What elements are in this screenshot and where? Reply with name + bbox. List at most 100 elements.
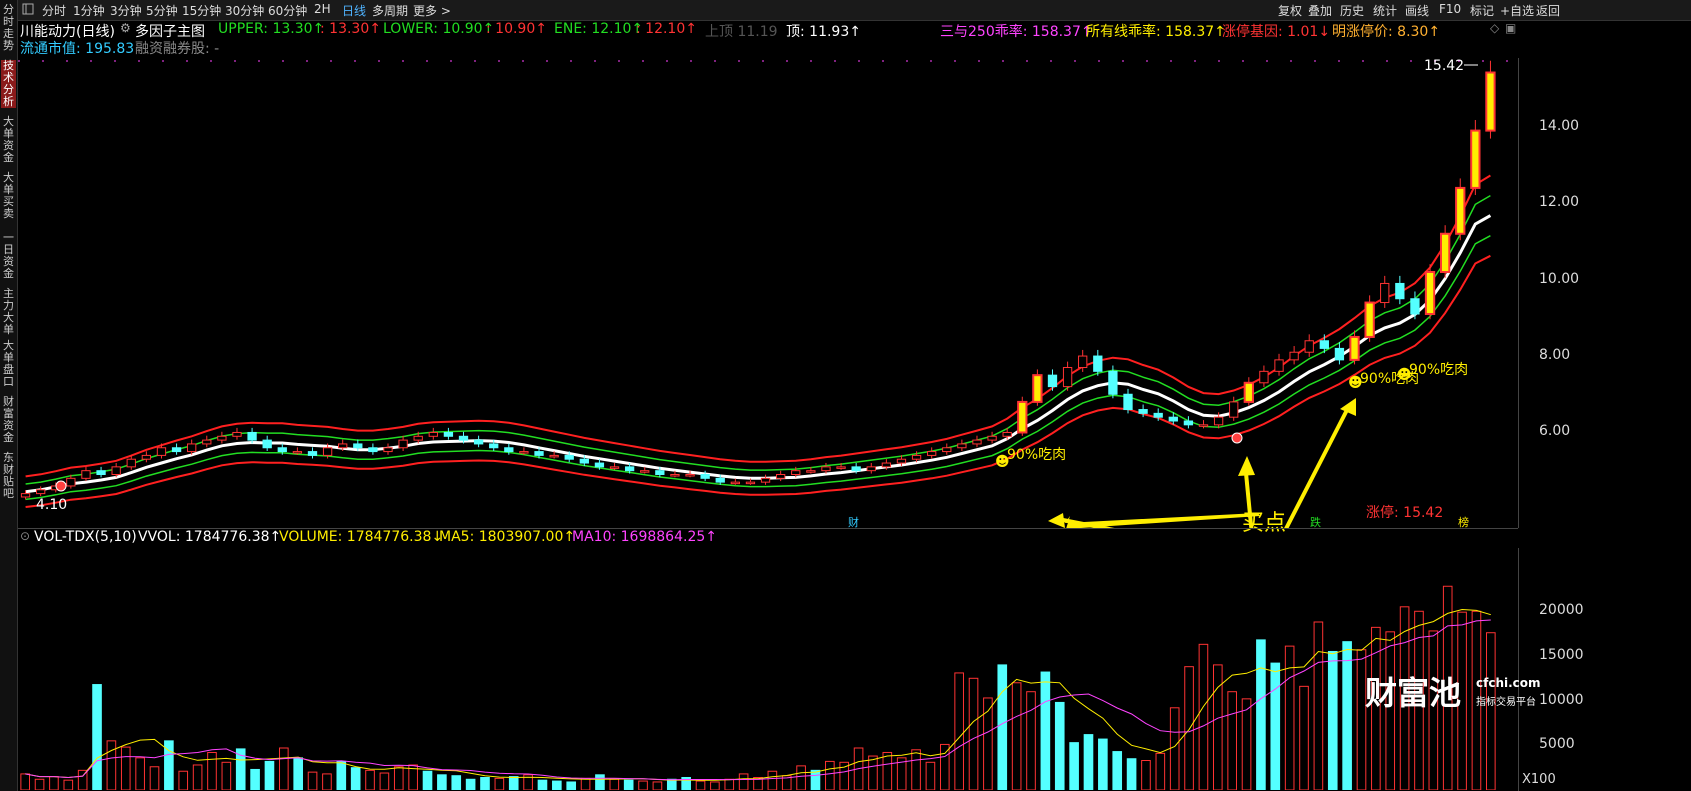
toolbar-button-3[interactable]: 统计	[1373, 2, 1397, 19]
period-tab-9[interactable]: 多周期	[372, 2, 408, 19]
upper-band-line	[25, 174, 1491, 478]
settings-gear-icon[interactable]: ⚙	[120, 21, 131, 35]
volume-bar	[1227, 691, 1237, 790]
faded-label: 上顶 11.19	[705, 24, 778, 40]
candle-body	[338, 443, 348, 449]
period-tab-5[interactable]: 30分钟	[225, 2, 264, 19]
toolbar-button-7[interactable]: +自选	[1500, 2, 1534, 19]
toolbar-button-6[interactable]: 标记	[1470, 2, 1494, 19]
left-tab-3[interactable]: 大单买卖	[1, 172, 16, 220]
volume-bar	[796, 765, 806, 790]
volume-bar	[566, 781, 577, 790]
candle-body	[413, 435, 423, 441]
period-tab-2[interactable]: 3分钟	[110, 2, 142, 19]
candle-body	[1424, 270, 1436, 316]
ma10-value: MA10: 1698864.25↑	[572, 529, 717, 545]
vol-indicator-name[interactable]: VOL-TDX(5,10)	[34, 529, 137, 545]
period-tab-10[interactable]: 更多 >	[413, 2, 451, 19]
volume-bar	[1342, 641, 1352, 790]
buy-marker	[1231, 432, 1243, 444]
volume-chart[interactable]	[18, 550, 1518, 790]
candle-body	[640, 470, 650, 473]
period-tab-6[interactable]: 60分钟	[268, 2, 307, 19]
left-tab-5[interactable]: 主力大单	[1, 288, 16, 336]
candle-body	[987, 435, 997, 441]
collapse-icon[interactable]: ⊙	[20, 529, 30, 543]
candle-body	[322, 447, 333, 456]
price-tick-label: 12.00	[1539, 194, 1580, 211]
period-tab-8[interactable]: 日线	[342, 2, 366, 19]
candle-body	[942, 447, 952, 453]
period-tab-4[interactable]: 15分钟	[182, 2, 221, 19]
volume-bar	[192, 764, 203, 790]
candle-body	[911, 454, 922, 460]
volume-bar	[1155, 752, 1166, 790]
period-tab-1[interactable]: 1分钟	[73, 2, 105, 19]
candle-body	[141, 454, 152, 460]
candle-body	[36, 489, 46, 495]
volume-bar	[34, 778, 45, 790]
candle-body	[957, 443, 967, 449]
all-line-deviation: 所有线乖率: 158.37↑	[1086, 24, 1226, 40]
low-price-label: 4.10	[36, 497, 68, 513]
candle-body	[1032, 374, 1043, 403]
volume-bar	[595, 774, 605, 790]
candle-body	[1455, 186, 1466, 235]
volume-bar	[925, 761, 936, 790]
layout-icon[interactable]	[22, 3, 34, 18]
upper-value: UPPER: 13.30↑	[218, 21, 325, 37]
candle-body	[1395, 282, 1405, 300]
lower-value: LOWER: 10.90↑	[383, 21, 495, 37]
left-tab-0[interactable]: 分时走势	[1, 4, 16, 52]
period-tab-7[interactable]: 2H	[314, 2, 331, 16]
candle-body	[1334, 347, 1345, 361]
left-tab-2[interactable]: 大单资金	[1, 116, 16, 164]
volume-bar	[451, 775, 462, 790]
volume-bar	[336, 760, 347, 790]
candle-body	[171, 447, 182, 453]
volume-bar	[465, 778, 476, 790]
toolbar-button-2[interactable]: 历史	[1340, 2, 1364, 19]
volume-bar	[178, 770, 189, 790]
toolbar-button-4[interactable]: 画线	[1405, 2, 1429, 19]
candle-body	[1470, 129, 1481, 189]
toolbar-button-0[interactable]: 复权	[1278, 2, 1302, 19]
left-tab-6[interactable]: 大单盘口	[1, 340, 16, 388]
toolbar-button-1[interactable]: 叠加	[1308, 2, 1332, 19]
left-tab-7[interactable]: 财富资金	[1, 396, 16, 444]
limit-gene: 涨停基因: 1.01↓	[1222, 24, 1331, 40]
volume-bar	[537, 779, 548, 790]
candle-body	[247, 431, 257, 441]
volume-bar	[20, 773, 30, 790]
candle-body	[806, 470, 816, 473]
volume-bar	[63, 779, 74, 790]
candlestick-chart[interactable]	[18, 58, 1518, 528]
left-tab-4[interactable]: 一日资金	[1, 232, 16, 280]
left-tab-1[interactable]: 技术分析	[1, 60, 16, 108]
candle-body	[1289, 351, 1299, 361]
candle-body	[1213, 416, 1224, 426]
candle-body	[1485, 71, 1496, 132]
window-icon[interactable]: ▣	[1505, 21, 1516, 35]
mid-line	[25, 214, 1492, 494]
volume-tick-label: 15000	[1539, 646, 1584, 663]
candle-body	[398, 439, 408, 449]
candle-body	[851, 466, 861, 472]
volume-bar	[106, 740, 117, 790]
toolbar-button-5[interactable]: F10	[1439, 2, 1461, 16]
ene-value: ENE: 12.10↑	[554, 21, 644, 37]
volume-value: VOLUME: 1784776.38↓	[279, 529, 444, 545]
candle-body	[881, 462, 892, 468]
candle-body	[549, 454, 559, 458]
candle-body	[866, 466, 876, 472]
volume-bar	[1040, 671, 1051, 790]
candle-body	[821, 466, 831, 472]
period-tab-3[interactable]: 5分钟	[146, 2, 178, 19]
period-tab-0[interactable]: 分时	[42, 2, 66, 19]
diamond-icon[interactable]: ◇	[1490, 21, 1499, 35]
volume-bar	[1184, 666, 1194, 790]
volume-bar	[1256, 639, 1266, 790]
left-tab-8[interactable]: 东财贴吧	[1, 452, 16, 500]
candle-body	[760, 477, 771, 483]
toolbar-button-8[interactable]: 返回	[1536, 2, 1560, 19]
